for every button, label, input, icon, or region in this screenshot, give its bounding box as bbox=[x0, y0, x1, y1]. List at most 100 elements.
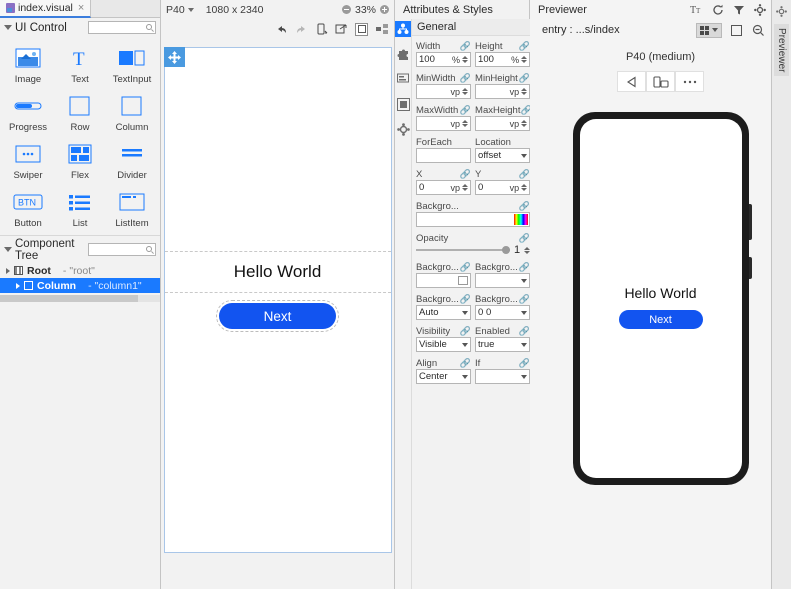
image-picker-icon[interactable] bbox=[458, 276, 469, 285]
text-size-icon[interactable]: TT bbox=[690, 3, 703, 16]
component-tree-header[interactable]: Component Tree bbox=[0, 235, 160, 263]
fit-screen-icon[interactable] bbox=[730, 24, 743, 37]
ui-control-item-column[interactable]: Column bbox=[106, 93, 158, 133]
stepper-icon[interactable] bbox=[462, 120, 469, 127]
ui-control-item-button[interactable]: BTN Button bbox=[2, 189, 54, 229]
device-canvas-frame[interactable]: Hello World Next bbox=[163, 47, 392, 553]
multi-profile-selector[interactable] bbox=[696, 22, 722, 38]
back-icon[interactable] bbox=[617, 71, 646, 92]
link-icon[interactable]: 🔗 bbox=[460, 105, 471, 116]
canvas-next-button[interactable]: Next bbox=[216, 300, 339, 332]
field-x[interactable]: 0 vp bbox=[416, 180, 472, 195]
link-icon[interactable]: 🔗 bbox=[519, 169, 530, 180]
component-tree-search-input[interactable] bbox=[88, 243, 156, 256]
ui-control-item-row[interactable]: Row bbox=[54, 93, 106, 133]
chevron-down-icon[interactable] bbox=[521, 153, 528, 158]
field-if[interactable] bbox=[475, 369, 531, 384]
link-icon[interactable]: 🔗 bbox=[519, 262, 530, 273]
previewer-side-tab[interactable]: Previewer bbox=[774, 24, 789, 77]
field-minheight[interactable]: vp bbox=[475, 84, 531, 99]
tree-node-column[interactable]: Column - "column1" bbox=[0, 278, 160, 293]
zoom-out-icon[interactable] bbox=[341, 5, 351, 14]
stepper-icon[interactable] bbox=[462, 184, 469, 191]
ui-control-header[interactable]: UI Control bbox=[0, 18, 160, 37]
square-icon[interactable] bbox=[395, 96, 411, 112]
field-minwidth[interactable]: vp bbox=[416, 84, 472, 99]
field-background-image[interactable] bbox=[416, 273, 472, 288]
link-icon[interactable]: 🔗 bbox=[460, 262, 471, 273]
hierarchy-icon[interactable] bbox=[395, 21, 411, 37]
ui-control-item-listitem[interactable]: ListItem bbox=[106, 189, 158, 229]
link-icon[interactable]: 🔗 bbox=[460, 326, 471, 337]
field-maxwidth[interactable]: vp bbox=[416, 116, 472, 131]
field-height[interactable]: 100 % bbox=[475, 52, 531, 67]
field-background-repeat[interactable] bbox=[475, 273, 531, 288]
ui-control-item-list[interactable]: List bbox=[54, 189, 106, 229]
stepper-icon[interactable] bbox=[462, 56, 469, 63]
chevron-down-icon[interactable] bbox=[521, 374, 528, 379]
previewer-breadcrumb[interactable]: entry : ...s/index bbox=[542, 24, 620, 36]
canvas-text-component[interactable]: Hello World bbox=[164, 251, 391, 293]
field-background-size[interactable]: Auto bbox=[416, 305, 472, 320]
chevron-down-icon[interactable] bbox=[462, 310, 469, 315]
link-icon[interactable]: 🔗 bbox=[519, 233, 530, 244]
opacity-slider[interactable] bbox=[416, 246, 510, 254]
dropdown-icon[interactable] bbox=[712, 28, 718, 32]
settings-icon[interactable] bbox=[753, 3, 766, 16]
component-tree-scrollbar[interactable] bbox=[0, 295, 160, 302]
stepper-icon[interactable] bbox=[521, 120, 528, 127]
ui-control-item-progress[interactable]: Progress bbox=[2, 93, 54, 133]
grid-icon[interactable] bbox=[375, 23, 388, 36]
chevron-down-icon[interactable] bbox=[4, 25, 12, 30]
device-icon[interactable] bbox=[315, 23, 328, 36]
chevron-down-icon[interactable] bbox=[521, 310, 528, 315]
chevron-down-icon[interactable] bbox=[462, 374, 469, 379]
chevron-down-icon[interactable] bbox=[187, 7, 194, 12]
ui-control-item-image[interactable]: Image bbox=[2, 45, 54, 85]
settings-icon[interactable] bbox=[775, 5, 788, 18]
ui-control-search-input[interactable] bbox=[88, 21, 156, 34]
previewer-phone-screen[interactable]: Hello World Next bbox=[579, 119, 742, 478]
stepper-icon[interactable] bbox=[521, 184, 528, 191]
chevron-right-icon[interactable] bbox=[6, 267, 10, 274]
link-icon[interactable]: 🔗 bbox=[519, 41, 530, 52]
chevron-right-icon[interactable] bbox=[16, 282, 20, 289]
zoom-in-icon[interactable] bbox=[380, 5, 389, 14]
stepper-icon[interactable] bbox=[521, 88, 528, 95]
field-maxheight[interactable]: vp bbox=[475, 116, 531, 131]
link-icon[interactable]: 🔗 bbox=[519, 326, 530, 337]
field-location[interactable]: offset bbox=[475, 148, 531, 163]
rotate-icon[interactable] bbox=[646, 71, 675, 92]
field-enabled[interactable]: true bbox=[475, 337, 531, 352]
more-icon[interactable] bbox=[675, 71, 704, 92]
field-opacity[interactable]: 1 bbox=[416, 244, 531, 256]
puzzle-icon[interactable] bbox=[395, 46, 411, 62]
zoom-out-icon[interactable] bbox=[751, 24, 764, 37]
preview-next-button[interactable]: Next bbox=[618, 310, 703, 329]
field-align[interactable]: Center bbox=[416, 369, 472, 384]
link-icon[interactable]: 🔗 bbox=[519, 294, 530, 305]
link-icon[interactable]: 🔗 bbox=[519, 73, 530, 84]
refresh-icon[interactable] bbox=[711, 3, 724, 16]
undo-icon[interactable] bbox=[275, 23, 288, 36]
link-icon[interactable]: 🔗 bbox=[520, 105, 530, 116]
link-icon[interactable]: 🔗 bbox=[460, 294, 471, 305]
ui-control-item-flex[interactable]: Flex bbox=[54, 141, 106, 181]
link-icon[interactable]: 🔗 bbox=[460, 41, 471, 52]
editor-tab-index-visual[interactable]: index.visual × bbox=[0, 0, 92, 18]
layers-icon[interactable] bbox=[335, 23, 348, 36]
stepper-icon[interactable] bbox=[462, 88, 469, 95]
ui-control-item-text[interactable]: T Text bbox=[54, 45, 106, 85]
gear-icon[interactable] bbox=[395, 121, 411, 137]
field-background-position[interactable]: 0 0 bbox=[475, 305, 531, 320]
link-icon[interactable]: 🔗 bbox=[460, 73, 471, 84]
slider-knob[interactable] bbox=[501, 246, 510, 254]
ui-control-item-textinput[interactable]: TextInput bbox=[106, 45, 158, 85]
field-background-color[interactable] bbox=[416, 212, 531, 227]
field-width[interactable]: 100 % bbox=[416, 52, 472, 67]
field-foreach[interactable] bbox=[416, 148, 472, 163]
canvas-area[interactable]: Hello World Next bbox=[161, 39, 394, 589]
field-y[interactable]: 0 vp bbox=[475, 180, 531, 195]
chevron-down-icon[interactable] bbox=[521, 342, 528, 347]
link-icon[interactable]: 🔗 bbox=[519, 358, 530, 369]
